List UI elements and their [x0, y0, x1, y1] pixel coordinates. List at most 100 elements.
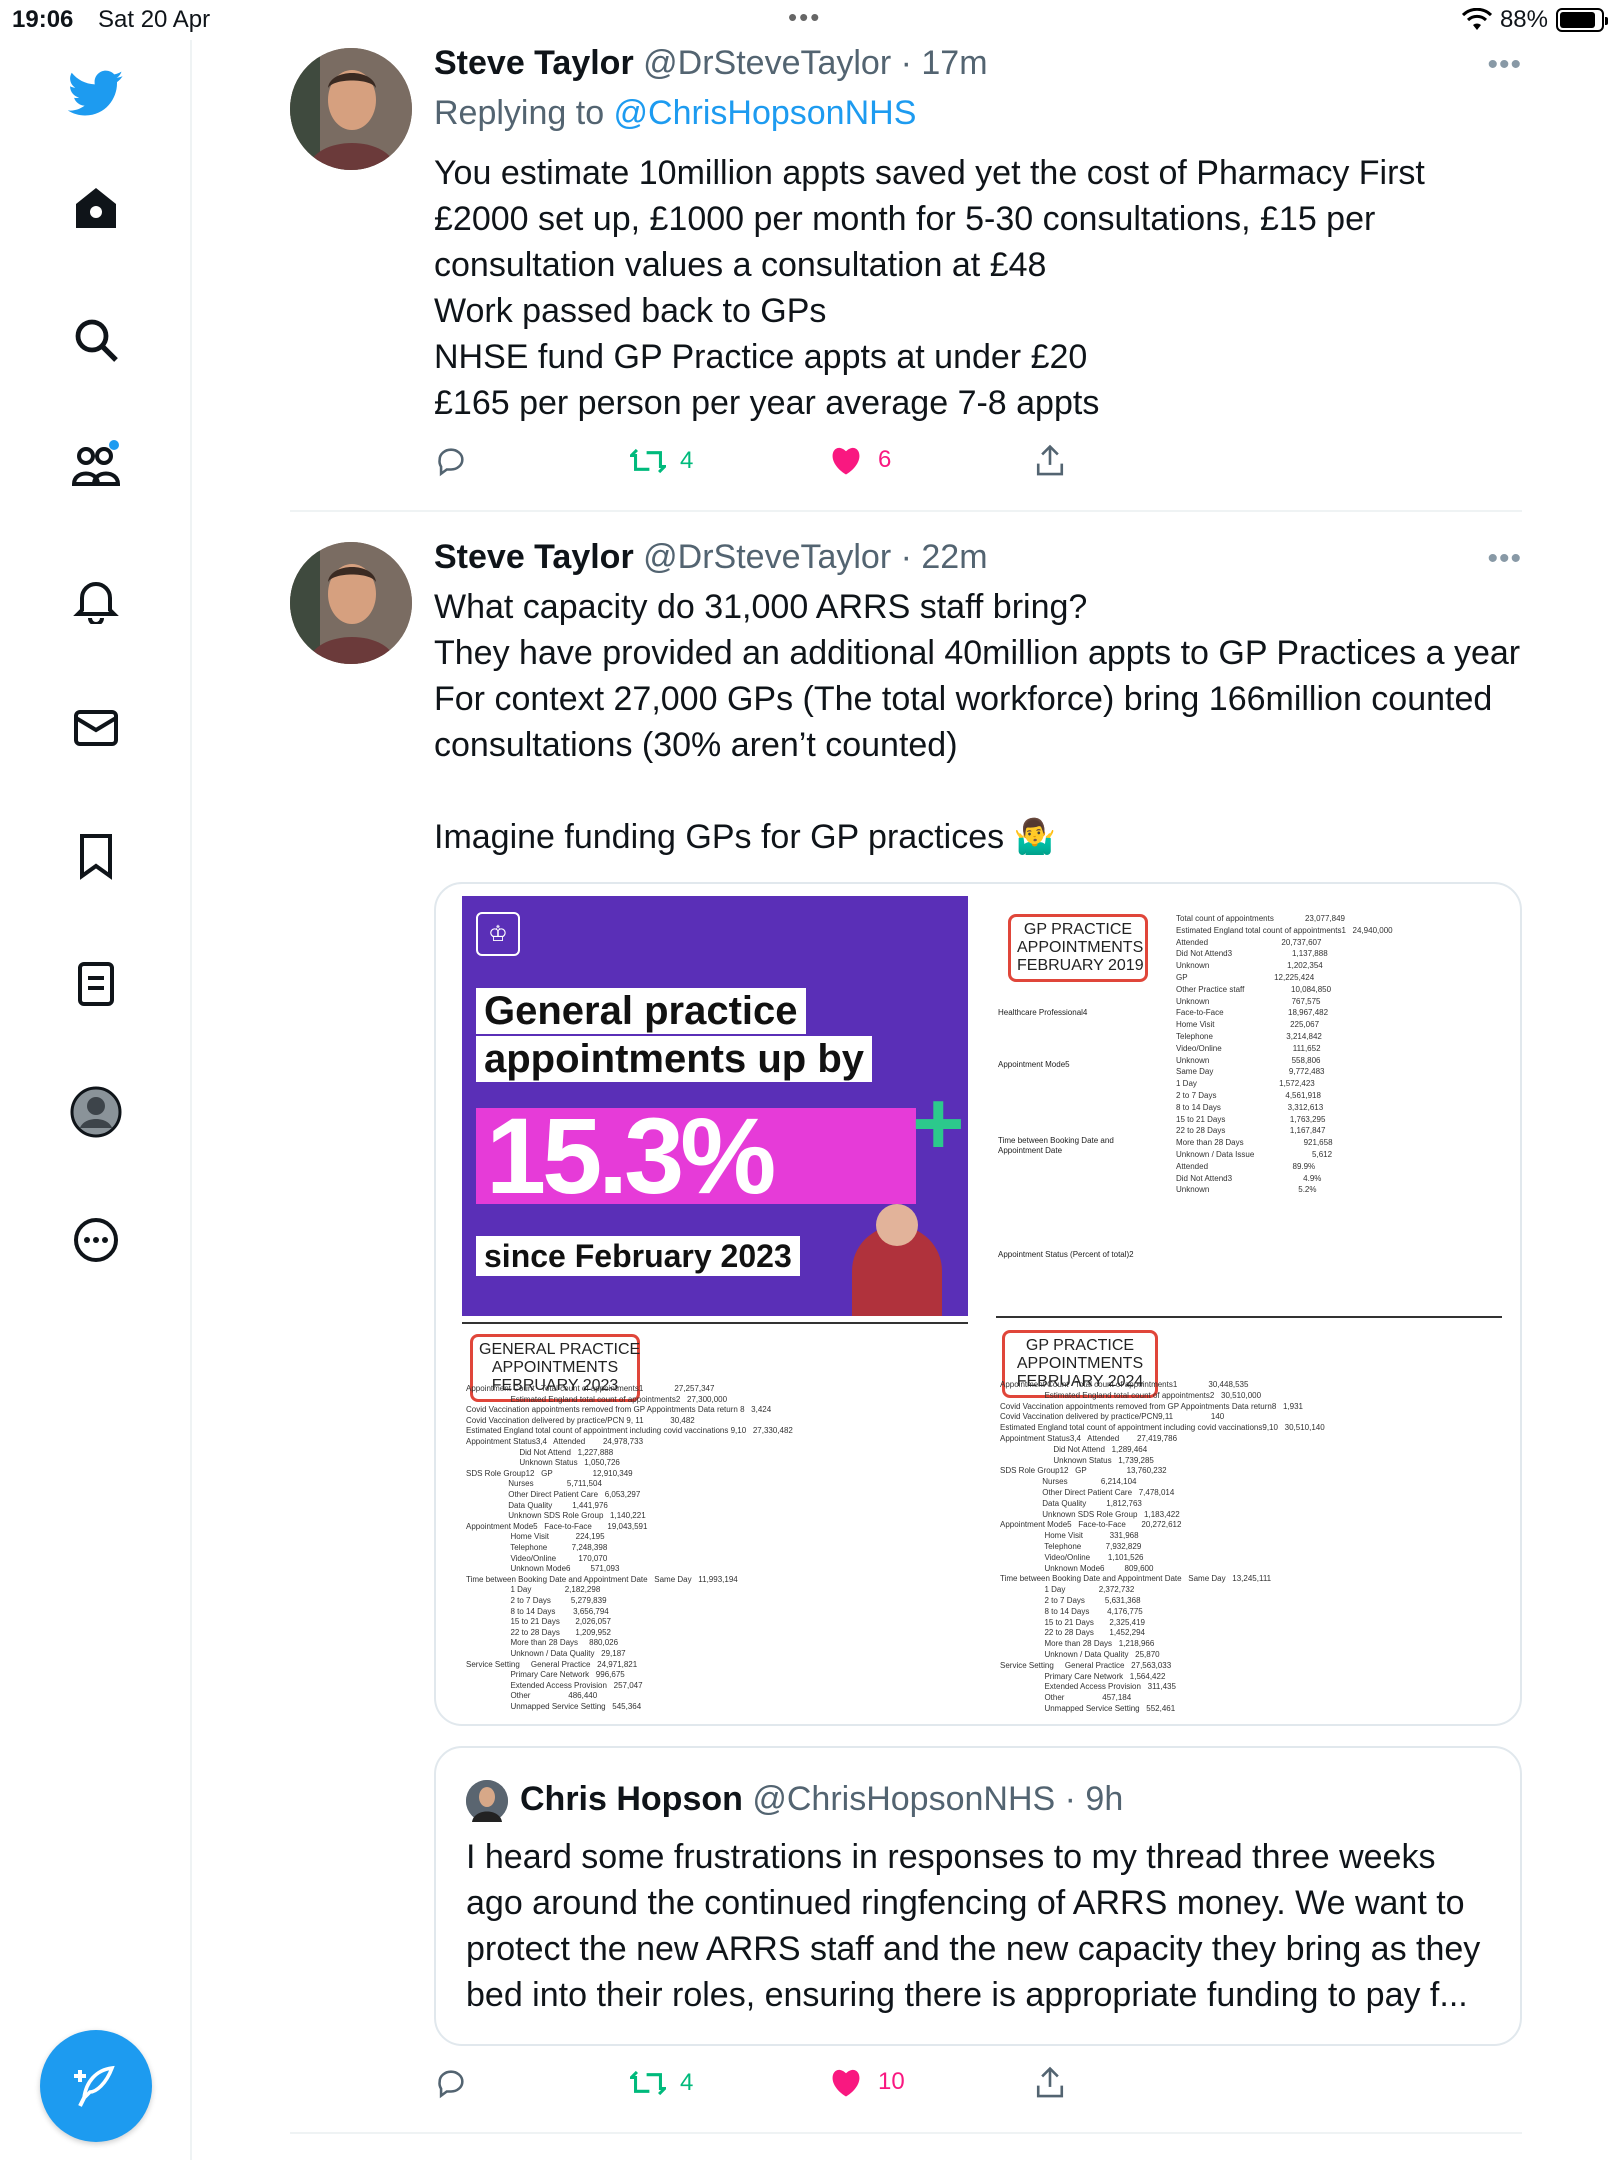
share-icon — [1036, 444, 1064, 476]
quoted-author-avatar[interactable] — [466, 1780, 508, 1822]
battery-percent: 88% — [1499, 6, 1548, 33]
replying-prefix: Replying to — [434, 94, 614, 132]
doc-row: Unknown 5.2% — [1176, 1185, 1317, 1195]
doc-row: Appointment Count Total count of appoint… — [1000, 1380, 1249, 1389]
doc-row: Time between Booking Date and Appointmen… — [1000, 1574, 1272, 1584]
promo-percentage: 15.3% — [476, 1102, 916, 1210]
tweet-actions: 4 6 — [434, 444, 1374, 494]
author-name[interactable]: Steve Taylor — [434, 44, 634, 82]
doc-row: Extended Access Provision 311,435 — [1000, 1682, 1176, 1692]
tweet-text-line: For context 27,000 GPs (The total workfo… — [434, 680, 1493, 718]
doc-row: Nurses 6,214,104 — [1000, 1477, 1137, 1487]
doc-row: Unknown SDS Role Group 1,183,422 — [1000, 1509, 1180, 1519]
bookmarks-icon[interactable] — [64, 824, 128, 888]
doc-row: Other Direct Patient Care 7,478,014 — [1000, 1488, 1175, 1497]
doc-rule — [996, 1316, 1502, 1318]
reply-button[interactable] — [434, 2066, 468, 2100]
like-button[interactable]: 10 — [828, 2066, 905, 2098]
more-options-icon[interactable] — [64, 1208, 128, 1272]
tweet-text-line: £165 per person per year average 7-8 app… — [434, 384, 1100, 422]
doc-row: Appointment Mode5 Face-to-Face 19,043,59… — [466, 1521, 648, 1531]
share-button[interactable] — [1034, 444, 1066, 478]
doc-row: 15 to 21 Days 2,026,057 — [466, 1617, 611, 1627]
reply-icon — [438, 448, 464, 477]
home-icon[interactable] — [64, 176, 128, 240]
profile-avatar-icon[interactable] — [64, 1080, 128, 1144]
tweet-text-line: Work passed back to GPs — [434, 292, 827, 330]
doc-row: More than 28 Days 921,658 — [1176, 1138, 1333, 1148]
doc-row: Unknown SDS Role Group 1,140,221 — [466, 1511, 646, 1521]
doc-row: Video/Online 111,652 — [1176, 1043, 1321, 1053]
status-date: Sat 20 Apr — [98, 6, 211, 33]
doc-row: 15 to 21 Days 2,325,419 — [1000, 1617, 1145, 1627]
doc-row: Unmapped Service Setting 545,364 — [466, 1702, 642, 1711]
tweet-text-line: £2000 set up, £1000 per month for 5-30 c… — [434, 200, 1376, 238]
like-button[interactable]: 6 — [828, 444, 891, 476]
doc-row: Unknown / Data Quality 29,187 — [466, 1649, 626, 1658]
doc-row: Nurses 5,711,504 — [466, 1479, 602, 1489]
doc-row: Same Day 9,772,483 — [1176, 1067, 1325, 1077]
doc-row: Did Not Attend 1,289,464 — [1000, 1444, 1148, 1454]
replying-mention-link[interactable]: @ChrisHopsonNHS — [614, 94, 917, 132]
doc-row: Attended 89.9% — [1176, 1161, 1316, 1171]
heart-filled-icon — [832, 447, 860, 475]
tweet-text-blank — [434, 768, 1534, 814]
twitter-logo-icon[interactable] — [64, 62, 128, 126]
doc-row: Face-to-Face 18,967,482 — [1176, 1008, 1329, 1018]
messages-envelope-icon[interactable] — [64, 696, 128, 760]
notifications-bell-icon[interactable] — [64, 568, 128, 632]
tweet-more-icon[interactable]: ••• — [1487, 542, 1522, 576]
author-handle-time[interactable]: @DrSteveTaylor · 22m — [643, 538, 987, 576]
quoted-text-line: I heard some frustrations in responses t… — [466, 1838, 1436, 1876]
doc-row: Data Quality 1,441,976 — [466, 1500, 608, 1510]
doc-row: Home Visit 331,968 — [1000, 1531, 1139, 1541]
tweet-text-line: consultations (30% aren’t counted) — [434, 726, 958, 764]
doc-rule — [462, 1322, 968, 1324]
doc-row: Unknown Status 1,739,285 — [1000, 1455, 1154, 1465]
lists-icon[interactable] — [64, 952, 128, 1016]
compose-tweet-button[interactable] — [40, 2030, 152, 2142]
multitasking-dots[interactable]: ••• — [788, 2, 821, 33]
doc-row: Telephone 7,248,398 — [466, 1543, 608, 1552]
author-name[interactable]: Steve Taylor — [434, 538, 634, 576]
retweet-button[interactable]: 4 — [630, 444, 693, 478]
doc-row: Estimated England total count of appoint… — [466, 1426, 793, 1436]
author-avatar[interactable] — [290, 48, 412, 170]
tweet-media-image[interactable]: ♔ General practice appointments up by 15… — [434, 882, 1522, 1726]
royal-crest-icon: ♔ — [476, 912, 520, 956]
tweet-divider — [290, 510, 1522, 512]
doc-row: Home Visit 225,067 — [1176, 1020, 1320, 1030]
person-photo — [852, 1204, 942, 1316]
author-handle-time[interactable]: @DrSteveTaylor · 17m — [643, 44, 987, 82]
doc-row: Unmapped Service Setting 552,461 — [1000, 1704, 1176, 1713]
like-count: 10 — [878, 2068, 905, 2095]
doc-row: 2 to 7 Days 5,279,839 — [466, 1596, 607, 1605]
doc-row: Unknown 558,806 — [1176, 1055, 1321, 1065]
doc2019-label: Healthcare Professional4 — [998, 1008, 1088, 1017]
doc-row: Unknown Mode6 571,093 — [466, 1564, 620, 1574]
wifi-icon — [1461, 8, 1492, 30]
doc-row: Did Not Attend3 1,137,888 — [1176, 949, 1328, 959]
search-icon[interactable] — [64, 308, 128, 372]
quoted-author-name: Chris Hopson — [520, 1780, 743, 1818]
quoted-handle-time: @ChrisHopsonNHS · 9h — [752, 1780, 1124, 1818]
communities-icon[interactable] — [64, 434, 128, 498]
reply-button[interactable] — [434, 444, 468, 478]
quoted-tweet[interactable]: Chris Hopson @ChrisHopsonNHS · 9h I hear… — [434, 1746, 1522, 2046]
doc-row: Estimated England total count of appoint… — [1000, 1423, 1325, 1433]
doc-row: Did Not Attend 1,227,888 — [466, 1447, 614, 1457]
sidebar — [0, 40, 192, 2160]
doc-row: Video/Online 1,101,526 — [1000, 1552, 1144, 1562]
share-button[interactable] — [1034, 2066, 1066, 2100]
author-avatar[interactable] — [290, 542, 412, 664]
doc-row: 8 to 14 Days 4,176,775 — [1000, 1606, 1143, 1616]
reply-icon — [438, 2070, 464, 2099]
tweet-more-icon[interactable]: ••• — [1487, 48, 1522, 82]
compose-feather-icon — [74, 2065, 115, 2107]
retweet-button[interactable]: 4 — [630, 2066, 693, 2100]
doc-row: 22 to 28 Days 1,452,294 — [1000, 1628, 1145, 1638]
doc-row: 1 Day 2,372,732 — [1000, 1585, 1135, 1595]
doc-row: 2 to 7 Days 4,561,918 — [1176, 1091, 1321, 1100]
doc-row: Other 457,184 — [1000, 1693, 1132, 1703]
status-bar: 19:06 Sat 20 Apr ••• 88% — [0, 0, 1620, 40]
